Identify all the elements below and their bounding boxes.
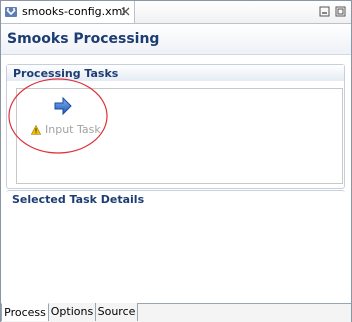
task-canvas[interactable]: Input Task [16, 88, 343, 184]
editor-tab-label: smooks-config.xml [22, 5, 126, 18]
processing-tasks-section: Processing Tasks Input Task [6, 64, 345, 189]
tab-source[interactable]: Source [96, 303, 138, 321]
bottom-tab-bar: Process Options Source [1, 303, 351, 322]
selected-task-details-section: Selected Task Details [6, 190, 345, 300]
blue-arrow-icon[interactable] [53, 96, 73, 116]
warning-icon [31, 125, 41, 135]
tab-options[interactable]: Options [49, 303, 96, 321]
smooks-editor: smooks-config.xml Smooks Processing Proc… [0, 0, 352, 322]
minimize-icon[interactable] [319, 6, 330, 17]
page-header: Smooks Processing [1, 24, 351, 55]
input-task-node[interactable]: Input Task [17, 89, 117, 159]
editor-tab-strip: smooks-config.xml [1, 1, 351, 24]
page-title: Smooks Processing [7, 31, 160, 47]
tab-process[interactable]: Process [1, 303, 49, 321]
input-task-label: Input Task [45, 123, 101, 136]
maximize-icon[interactable] [335, 6, 346, 17]
processing-tasks-title: Processing Tasks [13, 67, 119, 80]
selected-task-details-header[interactable]: Selected Task Details [6, 190, 345, 207]
editor-tab-smooks-config[interactable]: smooks-config.xml [1, 1, 135, 23]
selected-task-details-title: Selected Task Details [12, 193, 145, 206]
processing-tasks-header[interactable]: Processing Tasks [7, 65, 344, 81]
smooks-config-file-icon [5, 7, 17, 17]
close-icon[interactable] [120, 6, 131, 17]
